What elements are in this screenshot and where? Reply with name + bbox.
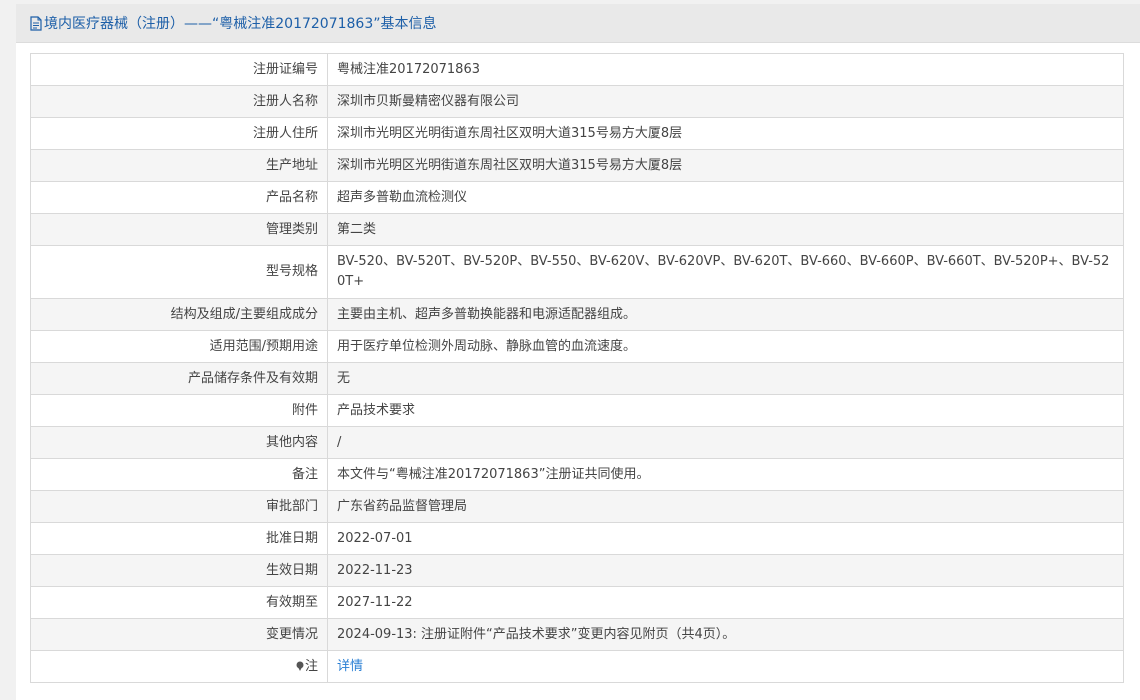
field-label: 有效期至 <box>30 586 328 619</box>
field-value: 2022-11-23 <box>327 554 1124 587</box>
field-value: 广东省药品监督管理局 <box>327 490 1124 523</box>
note-label: 注 <box>304 658 318 674</box>
field-label: 管理类别 <box>30 213 328 246</box>
table-row: 审批部门 广东省药品监督管理局 <box>30 490 1124 523</box>
table-row: 注册人名称 深圳市贝斯曼精密仪器有限公司 <box>30 85 1124 118</box>
table-row: 变更情况 2024-09-13: 注册证附件“产品技术要求”变更内容见附页（共4页… <box>30 618 1124 651</box>
table-row: 产品名称 超声多普勒血流检测仪 <box>30 181 1124 214</box>
table-row: 其他内容 / <box>30 426 1124 459</box>
field-label: 备注 <box>30 458 328 491</box>
field-label: 审批部门 <box>30 490 328 523</box>
document-icon <box>30 15 42 31</box>
table-row: 注册人住所 深圳市光明区光明街道东周社区双明大道315号易方大厦8层 <box>30 117 1124 150</box>
table-row: 注册证编号 粤械注准20172071863 <box>30 53 1124 86</box>
field-value: 深圳市光明区光明街道东周社区双明大道315号易方大厦8层 <box>327 149 1124 182</box>
table-row: 有效期至 2027-11-22 <box>30 586 1124 619</box>
table-row-note: 注 详情 <box>30 650 1124 683</box>
table-row: 备注 本文件与“粤械注准20172071863”注册证共同使用。 <box>30 458 1124 491</box>
field-label: 注 <box>30 650 328 683</box>
field-label: 批准日期 <box>30 522 328 555</box>
table-row: 生效日期 2022-11-23 <box>30 554 1124 587</box>
field-value: 详情 <box>327 650 1124 683</box>
field-label: 注册证编号 <box>30 53 328 86</box>
field-value: 第二类 <box>327 213 1124 246</box>
field-value: 用于医疗单位检测外周动脉、静脉血管的血流速度。 <box>327 330 1124 363</box>
field-label: 生产地址 <box>30 149 328 182</box>
table-row: 批准日期 2022-07-01 <box>30 522 1124 555</box>
field-value: 粤械注准20172071863 <box>327 53 1124 86</box>
field-label: 注册人住所 <box>30 117 328 150</box>
info-panel: 境内医疗器械（注册）——“粤械注准20172071863”基本信息 注册证编号粤… <box>16 4 1140 700</box>
field-value: 2027-11-22 <box>327 586 1124 619</box>
field-label: 生效日期 <box>30 554 328 587</box>
field-label: 其他内容 <box>30 426 328 459</box>
field-label: 附件 <box>30 394 328 427</box>
info-table: 注册证编号 粤械注准20172071863 注册人名称 深圳市贝斯曼精密仪器有限公司注… <box>30 53 1124 683</box>
field-label: 产品储存条件及有效期 <box>30 362 328 395</box>
table-row: 结构及组成/主要组成成分 主要由主机、超声多普勒换能器和电源适配器组成。 <box>30 298 1124 331</box>
page-title: 境内医疗器械（注册）——“粤械注准20172071863”基本信息 <box>44 16 437 32</box>
table-row: 型号规格 BV-520、BV-520T、BV-520P、BV-550、BV-620… <box>30 245 1124 299</box>
field-label: 注册人名称 <box>30 85 328 118</box>
table-row: 附件 产品技术要求 <box>30 394 1124 427</box>
field-value: 深圳市贝斯曼精密仪器有限公司 <box>327 85 1124 118</box>
field-label: 变更情况 <box>30 618 328 651</box>
field-value: 本文件与“粤械注准20172071863”注册证共同使用。 <box>327 458 1124 491</box>
table-row: 管理类别 第二类 <box>30 213 1124 246</box>
field-value: BV-520、BV-520T、BV-520P、BV-550、BV-620V、BV… <box>327 245 1124 299</box>
field-value: 超声多普勒血流检测仪 <box>327 181 1124 214</box>
pin-icon <box>296 658 304 671</box>
field-value: 主要由主机、超声多普勒换能器和电源适配器组成。 <box>327 298 1124 331</box>
field-value: 深圳市光明区光明街道东周社区双明大道315号易方大厦8层 <box>327 117 1124 150</box>
field-value: 2024-09-13: 注册证附件“产品技术要求”变更内容见附页（共4页）。 <box>327 618 1124 651</box>
field-label: 型号规格 <box>30 245 328 299</box>
field-value: 产品技术要求 <box>327 394 1124 427</box>
field-label: 适用范围/预期用途 <box>30 330 328 363</box>
field-label: 产品名称 <box>30 181 328 214</box>
table-row: 生产地址 深圳市光明区光明街道东周社区双明大道315号易方大厦8层 <box>30 149 1124 182</box>
field-value: 2022-07-01 <box>327 522 1124 555</box>
table-row: 产品储存条件及有效期无 <box>30 362 1124 395</box>
details-link[interactable]: 详情 <box>337 659 363 674</box>
field-label: 结构及组成/主要组成成分 <box>30 298 328 331</box>
table-row: 适用范围/预期用途 用于医疗单位检测外周动脉、静脉血管的血流速度。 <box>30 330 1124 363</box>
field-value: 无 <box>327 362 1124 395</box>
field-value: / <box>327 426 1124 459</box>
panel-header: 境内医疗器械（注册）——“粤械注准20172071863”基本信息 <box>16 4 1140 43</box>
